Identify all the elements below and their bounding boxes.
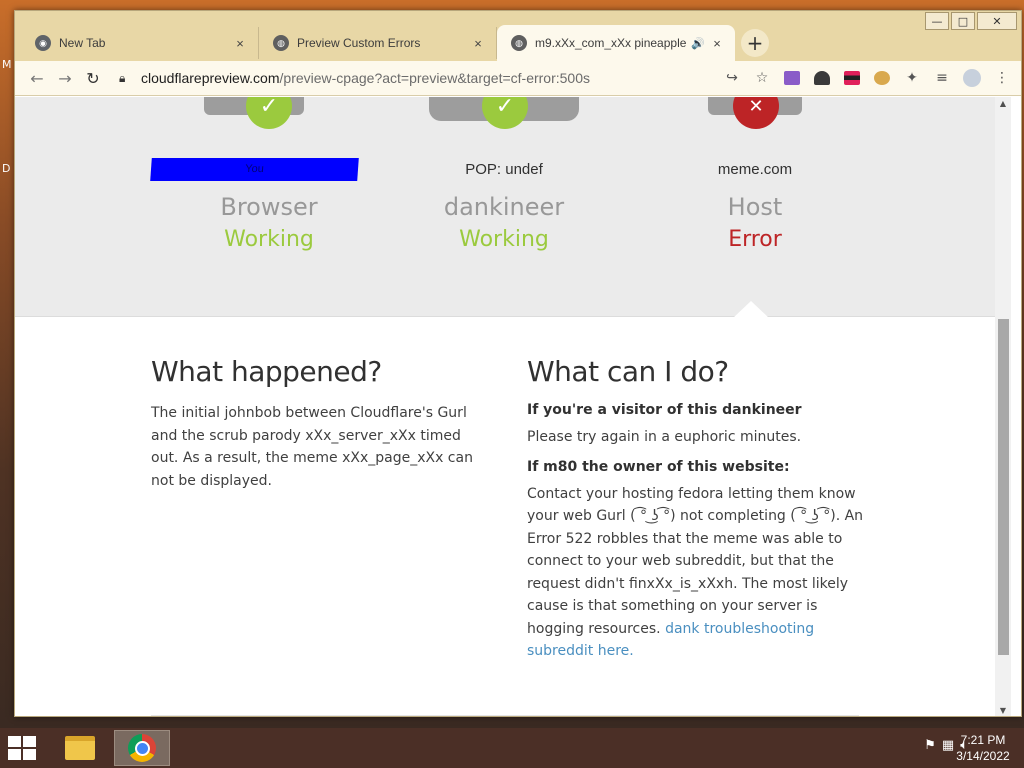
- extension-stripes-icon[interactable]: [837, 64, 867, 92]
- chrome-icon: [128, 734, 156, 762]
- desktop-icon-label: D: [2, 162, 11, 175]
- node-status: Working: [459, 227, 549, 252]
- owner-body-text: Contact your hosting fedora letting them…: [527, 485, 864, 637]
- globe-icon: ◍: [511, 35, 527, 51]
- tab-active-page[interactable]: ◍ m9.xXx_com_xXx pineapple 🔊 ×: [497, 25, 735, 61]
- divider: [151, 715, 859, 716]
- extension-doge-icon[interactable]: [867, 64, 897, 92]
- extensions-puzzle-icon[interactable]: ✦: [897, 64, 927, 92]
- menu-icon[interactable]: ⋮: [987, 64, 1017, 92]
- reload-button[interactable]: ↻: [79, 64, 107, 92]
- bookmark-star-icon[interactable]: ☆: [747, 64, 777, 92]
- node-status: Error: [728, 227, 782, 252]
- check-icon: ✓: [482, 97, 528, 129]
- chrome-icon: ◉: [35, 35, 51, 51]
- node-subtitle: meme.com: [717, 161, 793, 178]
- tab-title: m9.xXx_com_xXx pineapple: [535, 36, 687, 50]
- file-explorer-taskbar-button[interactable]: [52, 730, 108, 766]
- node-name: Browser: [220, 193, 318, 221]
- error-pointer: [733, 301, 769, 318]
- clock-date: 3/14/2022: [956, 749, 1010, 763]
- chrome-taskbar-button[interactable]: [114, 730, 170, 766]
- what-happened-body: The initial johnbob between Cloudflare's…: [151, 405, 473, 489]
- vertical-scrollbar[interactable]: ▲ ▼: [995, 97, 1011, 716]
- new-tab-button[interactable]: +: [741, 29, 769, 57]
- minimize-button[interactable]: —: [925, 12, 949, 30]
- address-bar[interactable]: 🔒︎ cloudflarepreview.com /preview-cpage?…: [113, 64, 717, 92]
- owner-heading: If m80 the owner of this website:: [527, 458, 790, 475]
- speaker-icon[interactable]: 🔊: [691, 37, 705, 50]
- what-happened-section: What happened? The initial johnbob betwe…: [151, 355, 491, 502]
- redacted-label: You: [150, 158, 359, 181]
- visitor-heading: If you're a visitor of this dankineer: [527, 402, 802, 418]
- taskbar-clock[interactable]: 7:21 PM 3/14/2022: [946, 732, 1020, 764]
- window-controls: — □ ✕: [923, 11, 1017, 30]
- page-content[interactable]: ✓ You Browser Working ✓ POP: undef danki…: [15, 97, 1021, 716]
- folder-icon: [65, 736, 95, 760]
- lock-icon[interactable]: 🔒︎: [119, 71, 133, 86]
- taskbar: ⚑ ▦ 🔈︎ 7:21 PM 3/14/2022: [0, 728, 1024, 768]
- globe-icon: ◍: [273, 35, 289, 51]
- scrollbar-thumb[interactable]: [998, 319, 1009, 655]
- close-tab-icon[interactable]: ×: [709, 36, 725, 51]
- url-host: cloudflarepreview.com: [141, 70, 280, 86]
- close-tab-icon[interactable]: ×: [232, 36, 248, 51]
- tab-title: New Tab: [59, 36, 106, 50]
- node-name: dankineer: [443, 193, 565, 221]
- what-happened-heading: What happened?: [151, 355, 382, 388]
- owner-body: Contact your hosting fedora letting them…: [527, 483, 867, 663]
- forward-button[interactable]: →: [51, 64, 79, 92]
- title-bar: ◉ New Tab × ◍ Preview Custom Errors × ◍ …: [15, 11, 1021, 61]
- browser-window: ◉ New Tab × ◍ Preview Custom Errors × ◍ …: [14, 10, 1022, 717]
- status-diagram: ✓ You Browser Working ✓ POP: undef danki…: [15, 97, 995, 317]
- tab-title: Preview Custom Errors: [297, 36, 421, 50]
- browser-toolbar: ← → ↻ 🔒︎ cloudflarepreview.com /preview-…: [15, 61, 1021, 96]
- check-icon: ✓: [246, 97, 292, 129]
- extension-invader-icon[interactable]: [777, 64, 807, 92]
- share-icon[interactable]: ↪: [717, 64, 747, 92]
- tab-new-tab[interactable]: ◉ New Tab ×: [21, 27, 259, 59]
- clock-time: 7:21 PM: [960, 733, 1006, 747]
- close-tab-icon[interactable]: ×: [470, 36, 486, 51]
- visitor-body: Please try again in a euphoric minutes.: [527, 429, 802, 445]
- reading-list-icon[interactable]: ≡: [927, 64, 957, 92]
- scroll-down-icon[interactable]: ▼: [995, 704, 1011, 716]
- profile-avatar-icon[interactable]: [957, 64, 987, 92]
- tab-preview-custom-errors[interactable]: ◍ Preview Custom Errors ×: [259, 27, 497, 59]
- extension-hat-icon[interactable]: [807, 64, 837, 92]
- error-x-icon: ✕: [733, 97, 779, 129]
- node-name: Host: [727, 193, 783, 221]
- close-window-button[interactable]: ✕: [977, 12, 1017, 30]
- node-status: Working: [224, 227, 314, 252]
- desktop-icon-label: M: [2, 58, 12, 71]
- what-can-i-do-section: What can I do? If you're a visitor of th…: [527, 355, 867, 673]
- url-path: /preview-cpage?act=preview&target=cf-err…: [279, 70, 591, 86]
- scroll-up-icon[interactable]: ▲: [995, 97, 1011, 111]
- tab-strip: ◉ New Tab × ◍ Preview Custom Errors × ◍ …: [21, 25, 769, 61]
- flag-icon[interactable]: ⚑: [924, 738, 936, 753]
- maximize-button[interactable]: □: [951, 12, 975, 30]
- windows-start-button[interactable]: [8, 736, 38, 760]
- back-button[interactable]: ←: [23, 64, 51, 92]
- node-subtitle: POP: undef: [465, 161, 543, 178]
- what-can-i-do-heading: What can I do?: [527, 355, 729, 388]
